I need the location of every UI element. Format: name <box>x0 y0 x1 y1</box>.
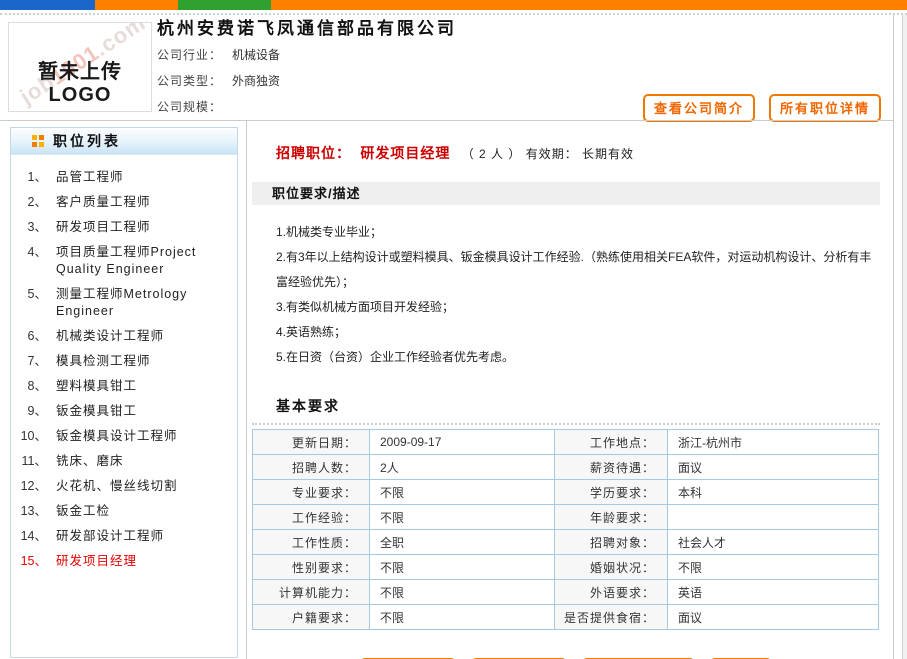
table-row: 户籍要求： 不限 是否提供食宿： 面议 <box>253 605 879 630</box>
table-row: 工作性质： 全职 招聘对象： 社会人才 <box>253 530 879 555</box>
row-label: 户籍要求： <box>253 605 370 630</box>
company-scale-label: 公司规模： <box>157 100 222 114</box>
row-value: 英语 <box>668 580 879 605</box>
job-list-item[interactable]: 5、测量工程师Metrology Engineer <box>19 286 231 320</box>
description-line: 1.机械类专业毕业； <box>276 220 872 245</box>
top-color-bar <box>0 0 907 10</box>
row-value: 浙江-杭州市 <box>668 430 879 455</box>
row-value: 不限 <box>370 580 555 605</box>
window-right-strip <box>902 15 907 659</box>
row-label: 专业要求： <box>253 480 370 505</box>
bar-segment-orange2 <box>271 0 907 10</box>
table-row: 专业要求： 不限 学历要求： 本科 <box>253 480 879 505</box>
job-list-panel: 职位列表 1、品管工程师 2、客户质量工程师 3、研发项目工程师 4、项目质量工… <box>10 127 238 658</box>
company-type-row: 公司类型： 外商独资 <box>157 72 280 89</box>
row-value: 本科 <box>668 480 879 505</box>
company-scale-row: 公司规模： <box>157 98 232 115</box>
content-vertical-divider <box>246 120 247 659</box>
row-label: 招聘人数： <box>253 455 370 480</box>
row-value: 面议 <box>668 605 879 630</box>
company-name: 杭州安费诺飞凤通信部品有限公司 <box>157 14 457 39</box>
description-line: 3.有类似机械方面项目开发经验； <box>276 295 872 320</box>
job-list-item[interactable]: 3、研发项目工程师 <box>19 219 231 236</box>
job-list-item[interactable]: 9、钣金模具钳工 <box>19 403 231 420</box>
job-list-item[interactable]: 11、铣床、磨床 <box>19 453 231 470</box>
company-industry-row: 公司行业： 机械设备 <box>157 46 280 63</box>
job-description-body: 1.机械类专业毕业； 2.有3年以上结构设计或塑料模具、钣金模具设计工作经验.（… <box>276 220 872 370</box>
row-value: 不限 <box>370 505 555 530</box>
row-label: 婚姻状况： <box>555 555 668 580</box>
page: job1001.com 暂未上传LOGO 杭州安费诺飞凤通信部品有限公司 公司行… <box>0 0 907 659</box>
position-title-line: 招聘职位： 研发项目经理 （ 2 人 ） 有效期： 长期有效 <box>276 143 880 163</box>
job-list-item[interactable]: 7、模具检测工程师 <box>19 353 231 370</box>
bar-segment-green <box>178 0 271 10</box>
table-row: 工作经验： 不限 年龄要求： <box>253 505 879 530</box>
position-meta: （ 2 人 ） 有效期： 长期有效 <box>462 147 634 161</box>
row-label: 学历要求： <box>555 480 668 505</box>
row-value: 2009-09-17 <box>370 430 555 455</box>
requirements-table: 更新日期： 2009-09-17 工作地点： 浙江-杭州市 招聘人数： 2人 薪… <box>252 429 879 630</box>
table-row: 更新日期： 2009-09-17 工作地点： 浙江-杭州市 <box>253 430 879 455</box>
company-type-value: 外商独资 <box>232 74 280 88</box>
page-right-border <box>893 15 894 659</box>
logo-placeholder-text: 暂未上传LOGO <box>9 55 151 107</box>
row-value: 不限 <box>370 605 555 630</box>
row-label: 是否提供食宿： <box>555 605 668 630</box>
job-list-item[interactable]: 1、品管工程师 <box>19 169 231 186</box>
view-company-profile-button[interactable]: 查看公司简介 <box>643 94 755 122</box>
job-list-item[interactable]: 14、研发部设计工程师 <box>19 528 231 545</box>
job-list-header: 职位列表 <box>11 128 237 155</box>
position-name: 研发项目经理 <box>360 145 450 161</box>
row-value: 不限 <box>668 555 879 580</box>
row-label: 计算机能力： <box>253 580 370 605</box>
job-description-section-header: 职位要求/描述 <box>252 182 880 205</box>
company-industry-label: 公司行业： <box>157 48 222 62</box>
row-label: 工作地点： <box>555 430 668 455</box>
row-label: 外语要求： <box>555 580 668 605</box>
row-label: 更新日期： <box>253 430 370 455</box>
job-list-item[interactable]: 6、机械类设计工程师 <box>19 328 231 345</box>
description-line: 2.有3年以上结构设计或塑料模具、钣金模具设计工作经验.（熟练使用相关FEA软件… <box>276 245 872 295</box>
row-label: 薪资待遇： <box>555 455 668 480</box>
row-value: 社会人才 <box>668 530 879 555</box>
job-list-item-selected[interactable]: 15、研发项目经理 <box>19 553 231 570</box>
company-type-label: 公司类型： <box>157 74 222 88</box>
header-buttons: 查看公司简介 所有职位详情 <box>643 94 881 122</box>
job-list-item[interactable]: 4、项目质量工程师Project Quality Engineer <box>19 244 231 278</box>
company-industry-value: 机械设备 <box>232 48 280 62</box>
description-line: 5.在日资（台资）企业工作经验者优先考虑。 <box>276 345 872 370</box>
row-label: 性别要求： <box>253 555 370 580</box>
row-value <box>668 505 879 530</box>
job-detail-panel: 招聘职位： 研发项目经理 （ 2 人 ） 有效期： 长期有效 职位要求/描述 1… <box>252 127 880 659</box>
job-list-title: 职位列表 <box>53 131 121 151</box>
company-logo-box: job1001.com 暂未上传LOGO <box>8 22 152 112</box>
row-value: 全职 <box>370 530 555 555</box>
table-row: 计算机能力： 不限 外语要求： 英语 <box>253 580 879 605</box>
bar-segment-orange <box>95 0 178 10</box>
row-label: 工作经验： <box>253 505 370 530</box>
table-row: 性别要求： 不限 婚姻状况： 不限 <box>253 555 879 580</box>
position-label: 招聘职位： <box>276 145 351 161</box>
row-value: 不限 <box>370 480 555 505</box>
basic-requirements-title: 基本要求 <box>276 396 880 416</box>
description-line: 4.英语熟练； <box>276 320 872 345</box>
grid-squares-icon <box>32 135 44 147</box>
row-value: 不限 <box>370 555 555 580</box>
job-list-item[interactable]: 8、塑料模具钳工 <box>19 378 231 395</box>
row-label: 招聘对象： <box>555 530 668 555</box>
header-divider <box>0 120 893 121</box>
job-list-item[interactable]: 10、钣金模具设计工程师 <box>19 428 231 445</box>
basic-requirements-header: 基本要求 <box>252 396 880 425</box>
row-label: 工作性质： <box>253 530 370 555</box>
job-list-item[interactable]: 12、火花机、慢丝线切割 <box>19 478 231 495</box>
table-row: 招聘人数： 2人 薪资待遇： 面议 <box>253 455 879 480</box>
row-value: 面议 <box>668 455 879 480</box>
row-value: 2人 <box>370 455 555 480</box>
job-list: 1、品管工程师 2、客户质量工程师 3、研发项目工程师 4、项目质量工程师Pro… <box>11 155 237 570</box>
job-list-item[interactable]: 2、客户质量工程师 <box>19 194 231 211</box>
all-positions-button[interactable]: 所有职位详情 <box>769 94 881 122</box>
row-label: 年龄要求： <box>555 505 668 530</box>
bar-segment-blue <box>0 0 95 10</box>
job-list-item[interactable]: 13、钣金工检 <box>19 503 231 520</box>
